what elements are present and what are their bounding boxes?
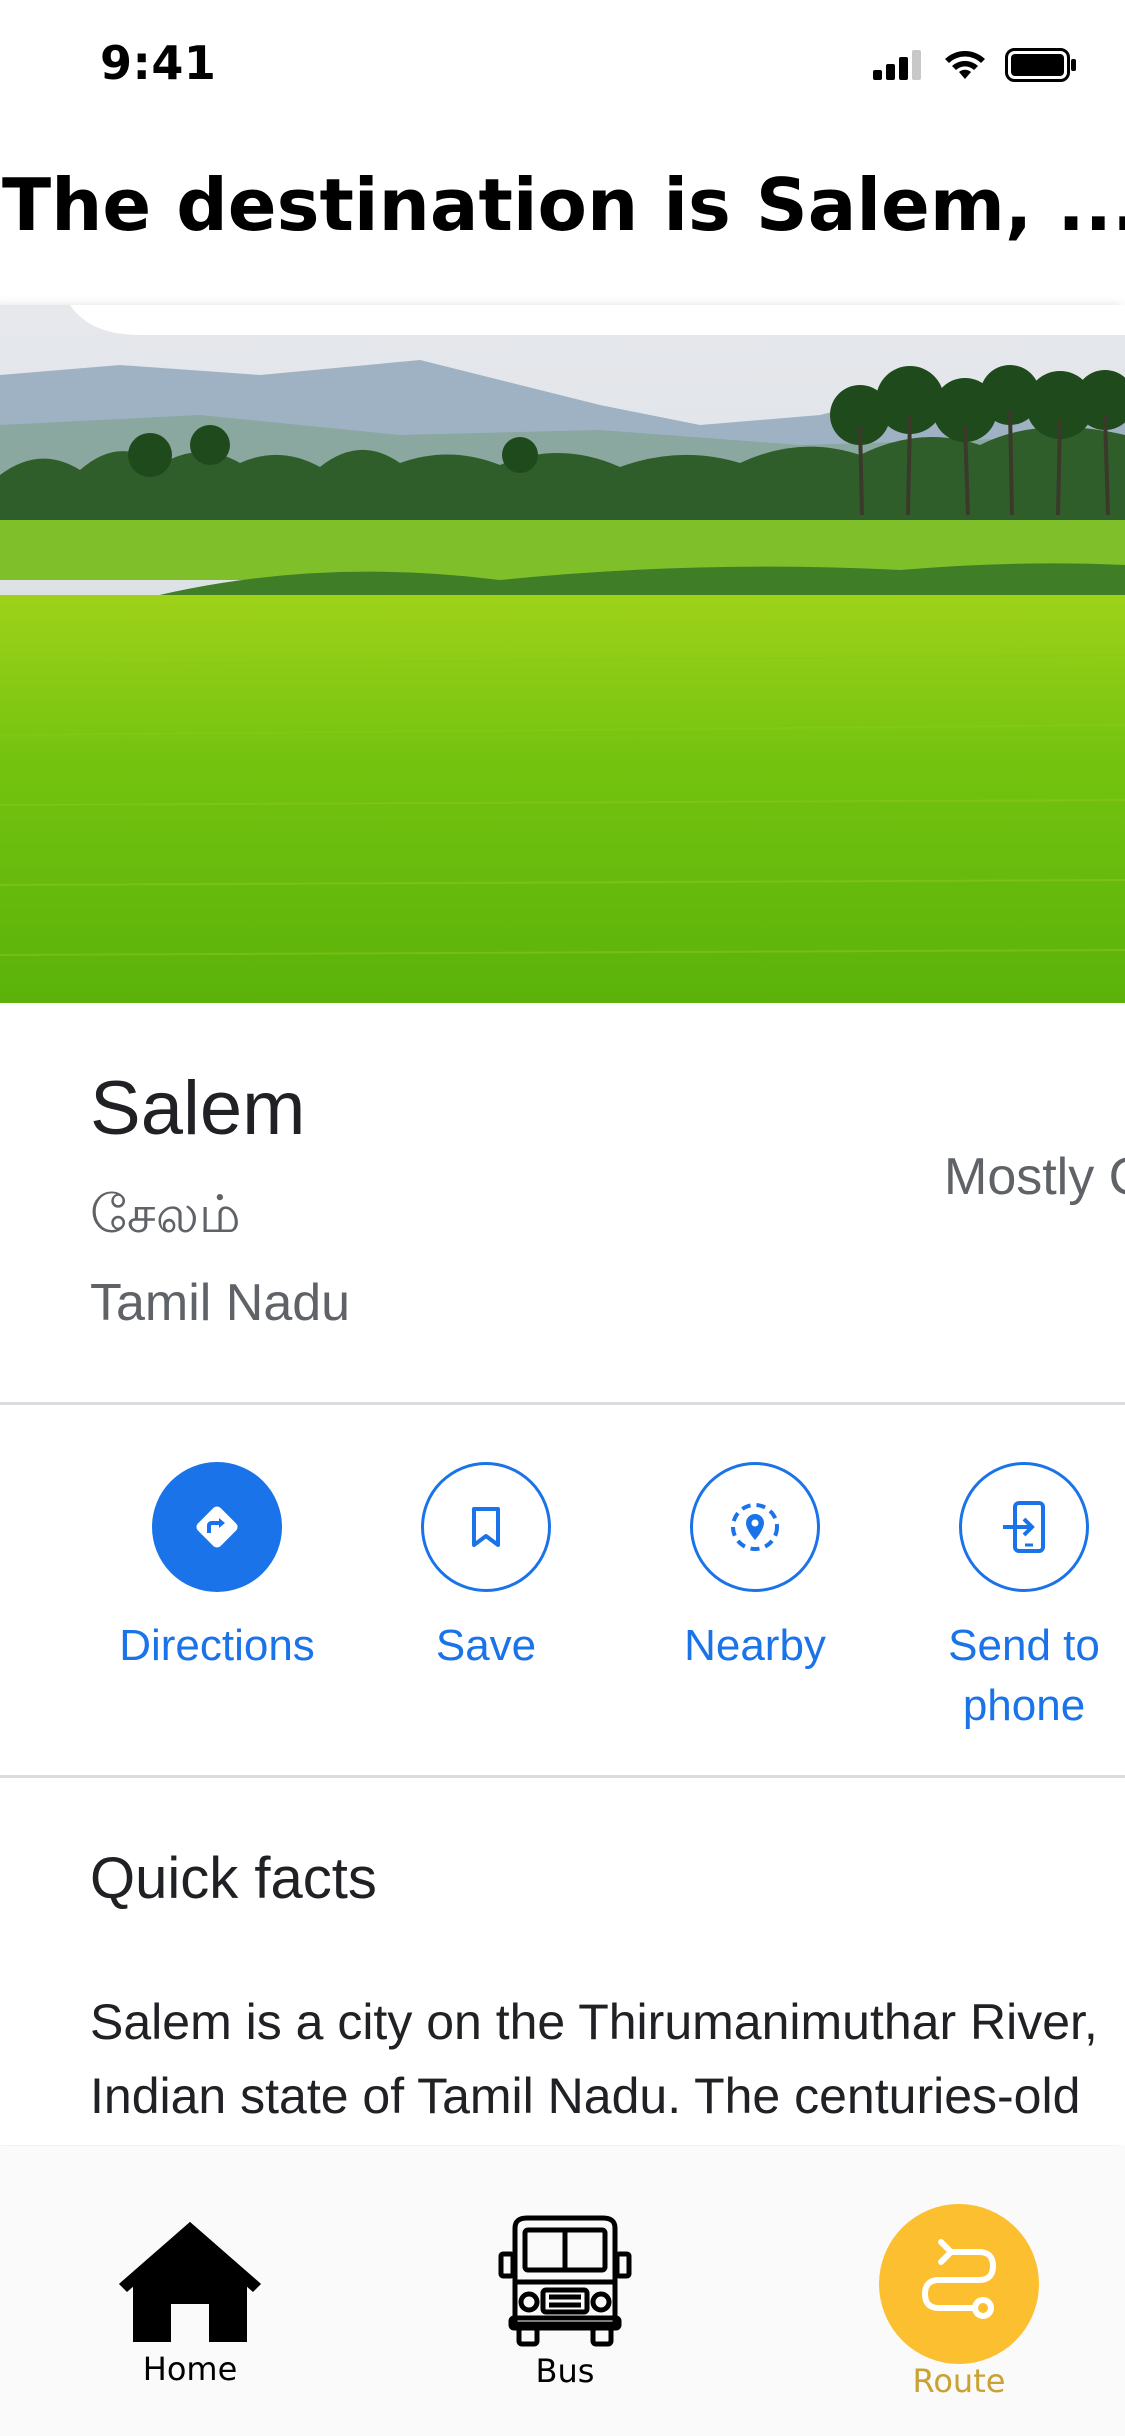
nav-bus[interactable]: Bus [490, 2214, 640, 2390]
nearby-button[interactable]: Nearby [620, 1462, 890, 1676]
place-name: Salem [90, 1066, 306, 1151]
nav-bus-label: Bus [535, 2352, 595, 2390]
status-icons [873, 48, 1077, 82]
divider [0, 1775, 1125, 1778]
status-bar: 9:41 [0, 0, 1125, 135]
home-icon [119, 2222, 261, 2342]
signal-icon [873, 50, 921, 80]
quick-facts-title: Quick facts [90, 1846, 377, 1911]
quick-facts-text: Salem is a city on the Thirumanimuthar R… [90, 1985, 1125, 2133]
quick-facts-line: Salem is a city on the Thirumanimuthar R… [90, 1994, 1098, 2050]
action-row: Directions Save Nearby Send to phone [0, 1462, 1125, 1762]
send-to-phone-icon [959, 1462, 1089, 1592]
wifi-icon [945, 51, 985, 79]
directions-icon [152, 1462, 282, 1592]
page-title: The destination is Salem, .... [2, 163, 1125, 247]
bus-icon [498, 2215, 632, 2347]
directions-label: Directions [119, 1621, 315, 1670]
nav-route[interactable]: Route [879, 2204, 1039, 2400]
bottom-nav: Home Bus Route [0, 2146, 1125, 2436]
status-time: 9:41 [100, 36, 217, 90]
nearby-label: Nearby [684, 1621, 826, 1670]
nav-home[interactable]: Home [115, 2218, 265, 2388]
hero-image [0, 305, 1125, 1003]
nearby-icon [690, 1462, 820, 1592]
nav-route-label: Route [912, 2362, 1006, 2400]
battery-icon [1005, 48, 1076, 82]
nav-home-label: Home [142, 2350, 238, 2388]
send-to-phone-label: Send to phone [948, 1621, 1100, 1730]
directions-button[interactable]: Directions [82, 1462, 352, 1676]
save-label: Save [435, 1621, 537, 1670]
place-card: Salem சேலம் Tamil Nadu Mostly C Directio… [0, 305, 1125, 2145]
quick-facts-line: Indian state of Tamil Nadu. The centurie… [90, 2068, 1081, 2124]
bookmark-icon [421, 1462, 551, 1592]
divider [0, 1402, 1125, 1405]
send-to-phone-button[interactable]: Send to phone [889, 1462, 1125, 1736]
save-button[interactable]: Save [351, 1462, 621, 1676]
route-icon [879, 2204, 1039, 2364]
weather-summary: Mostly C [944, 1148, 1125, 1206]
place-region: Tamil Nadu [90, 1274, 351, 1332]
place-local-name: சேலம் [90, 1185, 241, 1245]
